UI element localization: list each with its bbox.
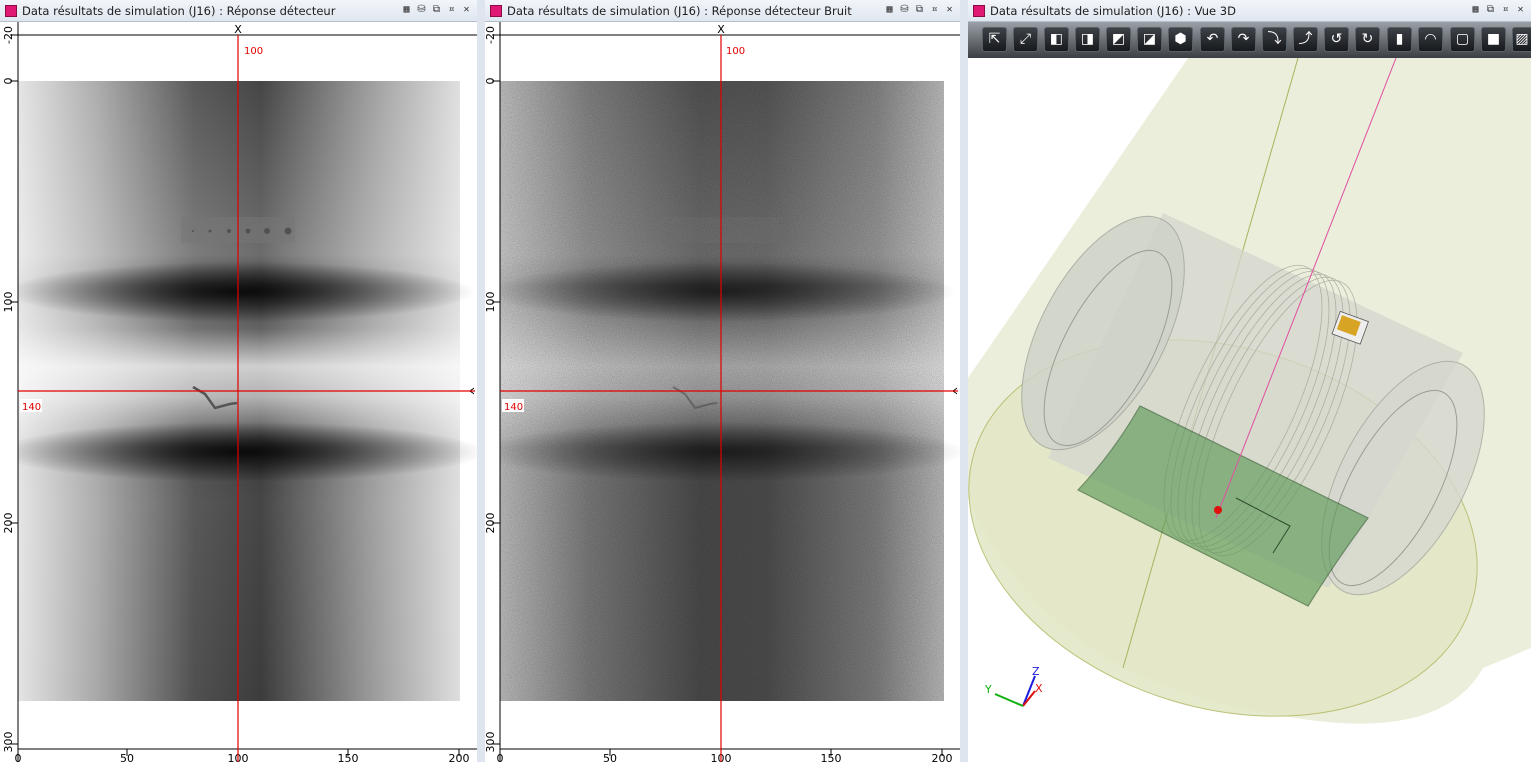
cube-side-icon[interactable]: ◩ [1106,27,1131,52]
window-title: Data résultats de simulation (J16) : Rép… [22,4,336,18]
fit-view-icon[interactable]: ⤢ [1013,27,1038,52]
restore-button[interactable]: ⧉ [1484,3,1497,17]
database-icon[interactable]: ⛁ [898,3,911,17]
cube-front-icon[interactable]: ◧ [1044,27,1069,52]
rotate-down-icon[interactable]: ⤵ [1262,27,1287,52]
close-button[interactable]: ✕ [1514,3,1527,17]
cursor-y-value: 140 [504,402,523,413]
x-tick: 0 [497,752,504,762]
x-tick: 150 [821,752,842,762]
restore-button[interactable]: ⧉ [430,3,443,17]
window-icon [5,5,17,17]
titlebar: Data résultats de simulation (J16) : Rép… [0,0,477,22]
y-tick: 200 [2,513,15,534]
rotate-left-icon[interactable]: ↶ [1200,27,1225,52]
window-title: Data résultats de simulation (J16) : Rép… [507,4,852,18]
cursor-y-value: 140 [22,402,41,413]
detector-noise-image-view[interactable]: 0 50 100 150 200 -20 0 100 200 300 X Y 1… [485,22,960,762]
cursor-x-value: 100 [244,46,263,57]
axis-triad: Z X Y [984,665,1043,707]
grid-icon[interactable]: ▦ [1469,3,1482,17]
cube-top-icon[interactable]: ◨ [1075,27,1100,52]
x-tick: 200 [449,752,470,762]
pin-button[interactable]: ¤ [928,3,941,17]
axis-x-label: X [1035,682,1043,695]
window-title: Data résultats de simulation (J16) : Vue… [990,4,1236,18]
panel-detector-noise: Data résultats de simulation (J16) : Rép… [485,0,960,762]
wireframe-icon[interactable]: ▢ [1450,27,1475,52]
ruler-icon[interactable]: ▮ [1387,27,1412,52]
splitter[interactable] [477,0,485,762]
pin-button[interactable]: ¤ [1499,3,1512,17]
y-tick: 100 [485,292,497,313]
panel-3d-view: Data résultats de simulation (J16) : Vue… [968,0,1531,762]
window-icon [490,5,502,17]
close-button[interactable]: ✕ [460,3,473,17]
axis-y-label: Y [984,683,992,696]
defect-marker [1214,506,1222,514]
database-icon[interactable]: ⛁ [415,3,428,17]
pin-button[interactable]: ¤ [445,3,458,17]
x-tick: 50 [603,752,617,762]
y-tick: 100 [2,292,15,313]
rotate-right-icon[interactable]: ↷ [1231,27,1256,52]
axis-z-label: Z [1032,665,1040,678]
select-arrow-icon[interactable]: ⇱ [982,27,1007,52]
protractor-icon[interactable]: ◠ [1418,27,1443,52]
y-tick: -20 [485,26,497,44]
window-icon [973,5,985,17]
y-tick: 0 [485,78,497,85]
y-tick: 200 [485,513,497,534]
view3d-toolbar: ⇱ ⤢ ◧ ◨ ◩ ◪ ⬢ ↶ ↷ ⤵ ⤴ ↺ ↻ ▮ ◠ ▢ ■ ▨ [968,22,1531,58]
cube-back-icon[interactable]: ◪ [1137,27,1162,52]
titlebar: Data résultats de simulation (J16) : Vue… [968,0,1531,22]
section-icon[interactable]: ▨ [1512,27,1531,52]
close-button[interactable]: ✕ [943,3,956,17]
rotate-ccw-icon[interactable]: ↺ [1324,27,1349,52]
x-tick: 0 [15,752,22,762]
solid-icon[interactable]: ■ [1481,27,1506,52]
x-tick: 150 [338,752,359,762]
grid-icon[interactable]: ▦ [883,3,896,17]
y-tick: 300 [2,732,15,753]
x-axis-label: X [717,23,725,36]
rotate-up-icon[interactable]: ⤴ [1293,27,1318,52]
titlebar: Data résultats de simulation (J16) : Rép… [485,0,960,22]
scene-3d-viewport[interactable]: Z X Y [968,58,1531,762]
y-tick: 0 [2,78,15,85]
x-tick: 200 [932,752,953,762]
y-tick: -20 [2,26,15,44]
y-tick: 300 [485,732,497,753]
detector-image-view[interactable]: 0 50 100 150 200 -20 0 100 200 300 X Y 1… [0,22,477,762]
cursor-x-value: 100 [726,46,745,57]
cube-iso-icon[interactable]: ⬢ [1168,27,1193,52]
x-axis-label: X [234,23,242,36]
rotate-cw-icon[interactable]: ↻ [1355,27,1380,52]
panel-detector-response: Data résultats de simulation (J16) : Rép… [0,0,477,762]
grid-icon[interactable]: ▦ [400,3,413,17]
restore-button[interactable]: ⧉ [913,3,926,17]
splitter[interactable] [960,0,968,762]
x-tick: 50 [120,752,134,762]
